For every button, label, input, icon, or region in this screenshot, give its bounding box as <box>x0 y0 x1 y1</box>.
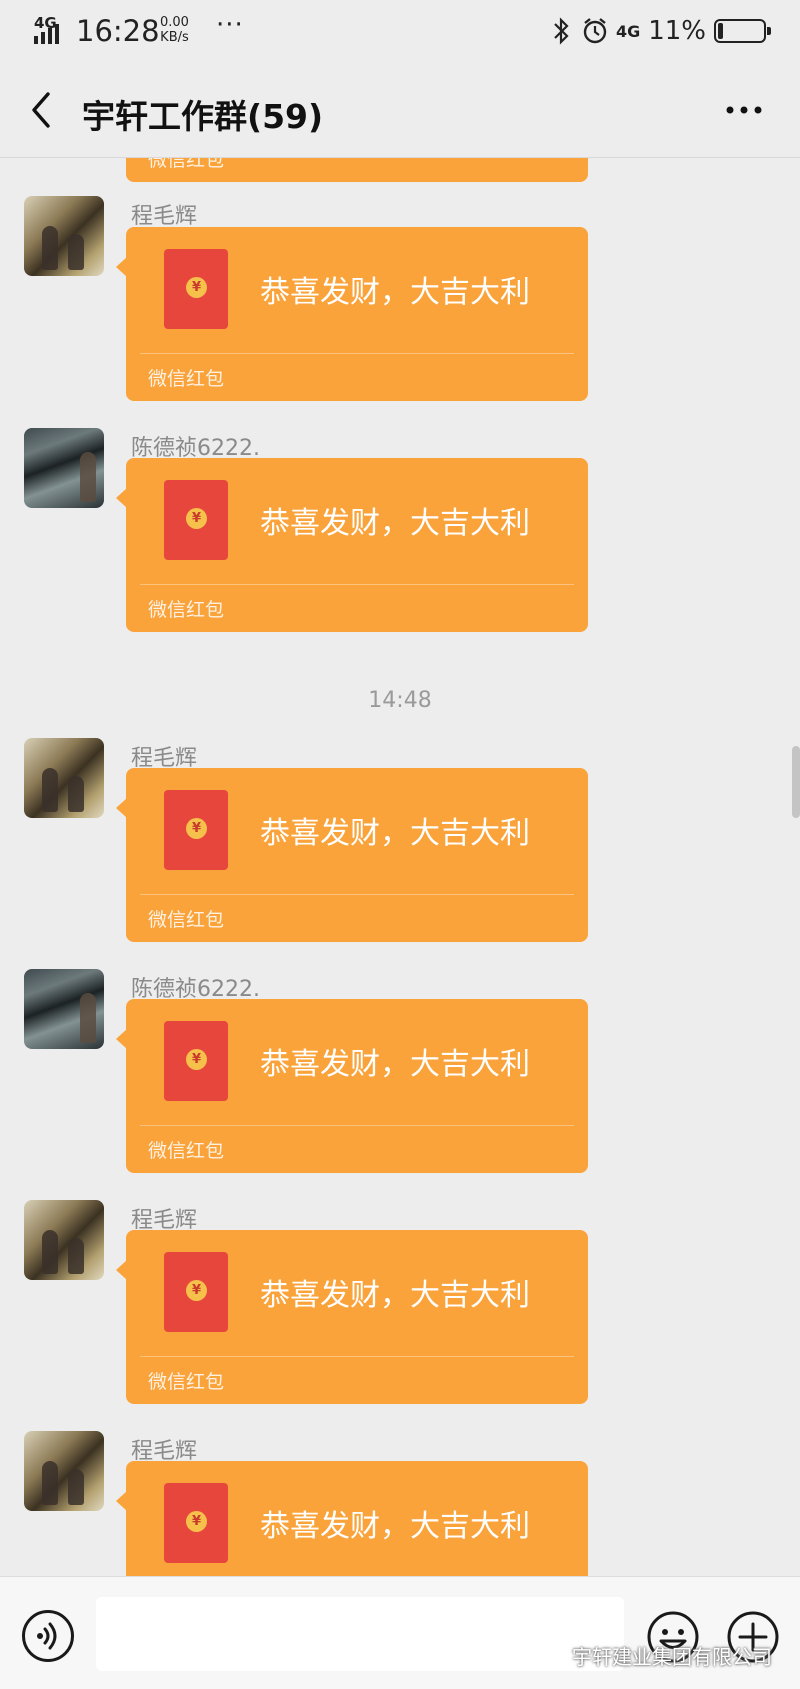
red-packet-greeting: 恭喜发财，大吉大利 <box>260 1047 530 1082</box>
avatar[interactable] <box>24 428 104 508</box>
wechat-icon <box>537 1644 565 1666</box>
watermark: 宇轩建业集团有限公司 <box>536 1641 772 1670</box>
speed-unit: KB/s <box>160 30 189 45</box>
title-bar: 宇轩工作群(59) <box>0 62 800 158</box>
voice-input-button[interactable] <box>22 1610 74 1662</box>
message-list[interactable]: 微信红包 程毛辉 ¥ 恭喜发财，大吉大利 微信红包 陈德祯6222. ¥ 恭喜发 <box>0 158 800 1576</box>
status-bar: 4G 16:28 0.00 KB/s ··· 4G 11% <box>0 0 800 62</box>
avatar[interactable] <box>24 969 104 1049</box>
red-packet-bubble[interactable]: ¥ 恭喜发财，大吉大利 微信红包 <box>116 768 588 942</box>
red-packet-label: 微信红包 <box>148 1140 225 1162</box>
signal-icon: 4G <box>34 14 70 46</box>
battery-fill <box>718 23 723 39</box>
avatar[interactable] <box>24 1200 104 1280</box>
notification-more: ··· <box>216 10 244 40</box>
network-type: 4G <box>34 14 57 32</box>
more-options-icon[interactable] <box>724 98 764 122</box>
speed-value: 0.00 <box>160 15 189 30</box>
avatar[interactable] <box>24 738 104 818</box>
red-packet-label: 微信红包 <box>148 1371 225 1393</box>
voice-icon <box>37 1622 57 1650</box>
back-arrow-icon[interactable] <box>26 88 56 132</box>
red-packet-bubble[interactable]: ¥ 恭喜发财，大吉大利 微信红包 <box>116 458 588 632</box>
alarm-icon <box>583 18 607 44</box>
avatar[interactable] <box>24 196 104 276</box>
red-packet-greeting: 恭喜发财，大吉大利 <box>260 1509 530 1544</box>
red-packet-label: 微信红包 <box>148 368 225 390</box>
divider <box>140 353 574 354</box>
red-packet-greeting: 恭喜发财，大吉大利 <box>260 506 530 541</box>
red-envelope-icon: ¥ <box>164 480 228 560</box>
message-timestamp: 14:48 <box>368 688 432 713</box>
clock: 16:28 <box>76 14 160 48</box>
coin-icon: ¥ <box>186 1511 207 1532</box>
battery-icon <box>714 19 771 43</box>
network-type-right: 4G <box>615 21 641 41</box>
coin-icon: ¥ <box>186 508 207 529</box>
red-packet-label: 微信红包 <box>148 909 225 931</box>
watermark-text: 宇轩建业集团有限公司 <box>572 1645 772 1669</box>
red-packet-greeting: 恭喜发财，大吉大利 <box>260 1278 530 1313</box>
bluetooth-icon <box>554 17 569 45</box>
chat-title: 宇轩工作群(59) <box>82 97 324 136</box>
red-envelope-icon: ¥ <box>164 1252 228 1332</box>
red-packet-bubble[interactable]: ¥ 恭喜发财，大吉大利 微信红包 <box>116 1230 588 1404</box>
divider <box>140 894 574 895</box>
scrollbar-thumb[interactable] <box>792 746 800 818</box>
battery-percent: 11% <box>648 16 706 46</box>
divider <box>140 584 574 585</box>
red-envelope-icon: ¥ <box>164 249 228 329</box>
red-envelope-icon: ¥ <box>164 790 228 870</box>
divider <box>140 1125 574 1126</box>
red-packet-greeting: 恭喜发财，大吉大利 <box>260 816 530 851</box>
sender-name: 程毛辉 <box>131 204 198 229</box>
red-envelope-icon: ¥ <box>164 1021 228 1101</box>
red-packet-bubble-partial[interactable]: 微信红包 <box>126 158 588 182</box>
coin-icon: ¥ <box>186 277 207 298</box>
red-packet-greeting: 恭喜发财，大吉大利 <box>260 275 530 310</box>
network-speed: 0.00 KB/s <box>160 15 189 45</box>
status-right: 4G 11% <box>548 14 771 48</box>
avatar[interactable] <box>24 1431 104 1511</box>
divider <box>140 1356 574 1357</box>
red-packet-bubble[interactable]: ¥ 恭喜发财，大吉大利 微信红包 <box>116 227 588 401</box>
input-bar: 宇轩建业集团有限公司 <box>0 1576 800 1689</box>
coin-icon: ¥ <box>186 1280 207 1301</box>
chat-screen: 4G 16:28 0.00 KB/s ··· 4G 11% 宇轩工作群(59) … <box>0 0 800 1689</box>
red-packet-label: 微信红包 <box>148 158 225 171</box>
coin-icon: ¥ <box>186 818 207 839</box>
red-packet-bubble[interactable]: ¥ 恭喜发财，大吉大利 微信红包 <box>116 999 588 1173</box>
red-packet-bubble[interactable]: ¥ 恭喜发财，大吉大利 <box>116 1461 588 1576</box>
coin-icon: ¥ <box>186 1049 207 1070</box>
red-packet-label: 微信红包 <box>148 599 225 621</box>
red-envelope-icon: ¥ <box>164 1483 228 1563</box>
